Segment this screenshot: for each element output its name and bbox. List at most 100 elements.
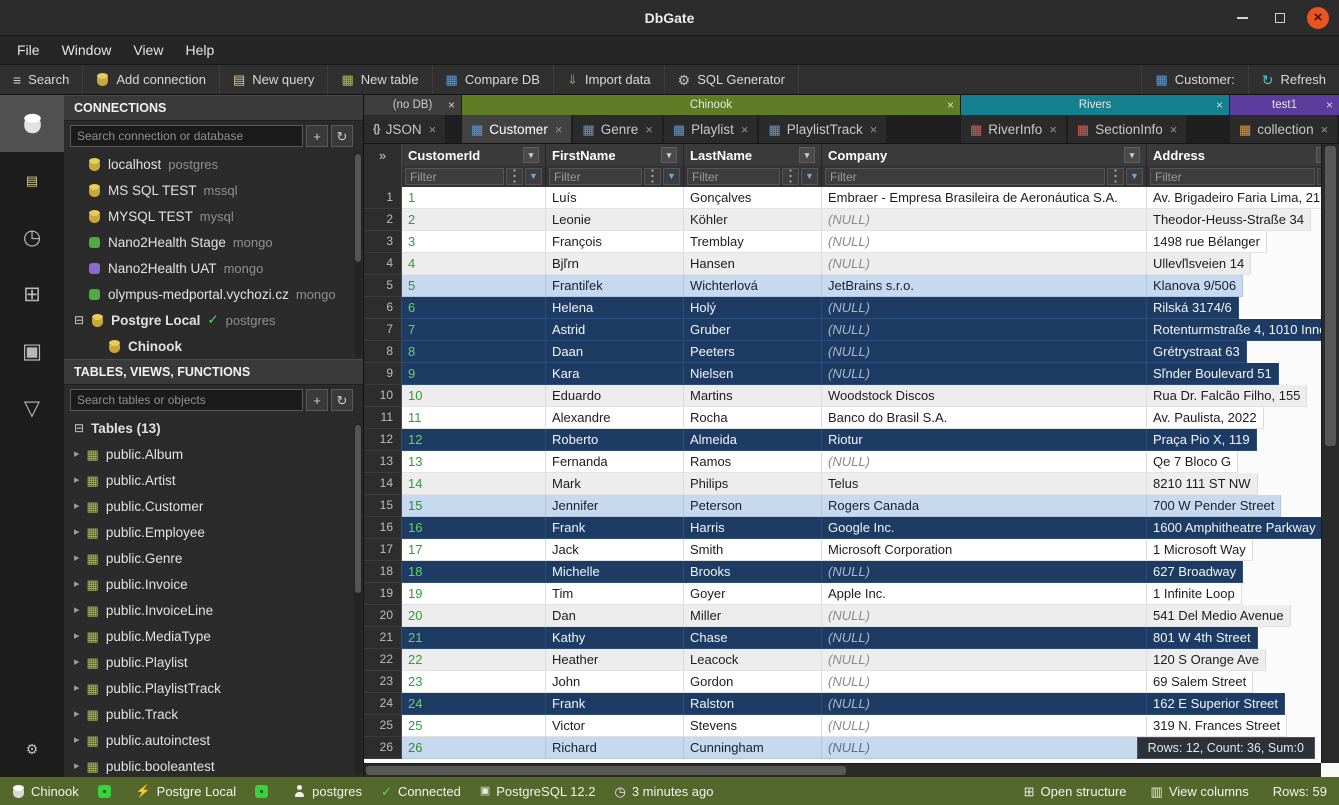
table-row[interactable]: 10 10 Eduardo Martins Woodstock Discos R… bbox=[364, 385, 1339, 407]
toolbar-button[interactable]: ⚙ SQL Generator bbox=[665, 65, 799, 94]
table-row[interactable]: 6 6 Helena Holý (NULL) Rilská 3174/6 bbox=[364, 297, 1339, 319]
add-connection-small-button[interactable]: + bbox=[306, 125, 328, 147]
cell-firstname[interactable]: Heather bbox=[546, 649, 684, 671]
row-number[interactable]: 13 bbox=[364, 451, 402, 473]
tables-scrollbar[interactable] bbox=[354, 423, 362, 775]
table-row[interactable]: 2 2 Leonie Köhler (NULL) Theodor-Heuss-S… bbox=[364, 209, 1339, 231]
cell-customerid[interactable]: 4 bbox=[402, 253, 546, 275]
cell-company[interactable]: Google Inc. bbox=[822, 517, 1147, 539]
tables-group-row[interactable]: ⊟ Tables (13) bbox=[64, 415, 363, 441]
cell-firstname[interactable]: John bbox=[546, 671, 684, 693]
cell-customerid[interactable]: 7 bbox=[402, 319, 546, 341]
table-row[interactable]: 18 18 Michelle Brooks (NULL) 627 Broadwa… bbox=[364, 561, 1339, 583]
cell-firstname[interactable]: Frank bbox=[546, 517, 684, 539]
tab-group-close-icon[interactable]: × bbox=[947, 98, 954, 112]
rail-button[interactable]: ◷ bbox=[0, 209, 64, 266]
cell-company[interactable]: Apple Inc. bbox=[822, 583, 1147, 605]
row-number[interactable]: 3 bbox=[364, 231, 402, 253]
table-item[interactable]: ▸ ▦ public.Playlist bbox=[64, 649, 363, 675]
cell-firstname[interactable]: Roberto bbox=[546, 429, 684, 451]
row-number[interactable]: 7 bbox=[364, 319, 402, 341]
table-row[interactable]: 16 16 Frank Harris Google Inc. 1600 Amph… bbox=[364, 517, 1339, 539]
column-header[interactable]: CustomerId ▾ bbox=[402, 144, 546, 166]
cell-firstname[interactable]: Jennifer bbox=[546, 495, 684, 517]
cell-company[interactable]: (NULL) bbox=[822, 671, 1147, 693]
cell-company[interactable]: (NULL) bbox=[822, 209, 1147, 231]
toolbar-button[interactable]: ▤ New query bbox=[220, 65, 328, 94]
table-row[interactable]: 1 1 Luís Gonçalves Embraer - Empresa Bra… bbox=[364, 187, 1339, 209]
cell-firstname[interactable]: Kara bbox=[546, 363, 684, 385]
table-row[interactable]: 14 14 Mark Philips Telus 8210 111 ST NW bbox=[364, 473, 1339, 495]
add-table-small-button[interactable]: + bbox=[306, 389, 328, 411]
cell-customerid[interactable]: 24 bbox=[402, 693, 546, 715]
cell-address[interactable]: 541 Del Medio Avenue bbox=[1147, 605, 1291, 627]
table-row[interactable]: 3 3 François Tremblay (NULL) 1498 rue Bé… bbox=[364, 231, 1339, 253]
row-number[interactable]: 2 bbox=[364, 209, 402, 231]
chevron-right-icon[interactable]: ▸ bbox=[74, 761, 80, 772]
table-row[interactable]: 17 17 Jack Smith Microsoft Corporation 1… bbox=[364, 539, 1339, 561]
cell-customerid[interactable]: 15 bbox=[402, 495, 546, 517]
table-row[interactable]: 11 11 Alexandre Rocha Banco do Brasil S.… bbox=[364, 407, 1339, 429]
vertical-scrollbar[interactable] bbox=[1321, 144, 1339, 763]
cell-company[interactable]: (NULL) bbox=[822, 363, 1147, 385]
chevron-right-icon[interactable]: ▸ bbox=[74, 553, 80, 564]
cell-firstname[interactable]: Helena bbox=[546, 297, 684, 319]
chevron-right-icon[interactable]: ▸ bbox=[74, 527, 80, 538]
row-number[interactable]: 26 bbox=[364, 737, 402, 759]
chevron-right-icon[interactable]: ▸ bbox=[74, 631, 80, 642]
cell-customerid[interactable]: 3 bbox=[402, 231, 546, 253]
chevron-right-icon[interactable]: ▸ bbox=[74, 735, 80, 746]
filter-menu-button[interactable]: ⋮ bbox=[1107, 168, 1124, 185]
status-item[interactable] bbox=[98, 785, 117, 798]
cell-firstname[interactable]: Kathy bbox=[546, 627, 684, 649]
tab[interactable]: ▦ RiverInfo × bbox=[961, 115, 1066, 143]
connection-item[interactable]: Nano2Health Stage mongo bbox=[64, 229, 363, 255]
cell-firstname[interactable]: Frantiľek bbox=[546, 275, 684, 297]
cell-company[interactable]: (NULL) bbox=[822, 715, 1147, 737]
cell-customerid[interactable]: 8 bbox=[402, 341, 546, 363]
table-item[interactable]: ▸ ▦ public.Customer bbox=[64, 493, 363, 519]
cell-lastname[interactable]: Miller bbox=[684, 605, 822, 627]
tab-close-icon[interactable]: × bbox=[1170, 122, 1178, 137]
cell-address[interactable]: 319 N. Frances Street bbox=[1147, 715, 1287, 737]
scrollbar-thumb[interactable] bbox=[355, 425, 361, 593]
cell-lastname[interactable]: Rocha bbox=[684, 407, 822, 429]
table-row[interactable]: 9 9 Kara Nielsen (NULL) Sľnder Boulevard… bbox=[364, 363, 1339, 385]
cell-firstname[interactable]: Eduardo bbox=[546, 385, 684, 407]
row-number[interactable]: 24 bbox=[364, 693, 402, 715]
cell-lastname[interactable]: Nielsen bbox=[684, 363, 822, 385]
filter-funnel-button[interactable]: ▼ bbox=[1126, 168, 1143, 185]
minimize-button[interactable] bbox=[1231, 7, 1253, 29]
cell-company[interactable]: (NULL) bbox=[822, 231, 1147, 253]
tab-close-icon[interactable]: × bbox=[741, 122, 749, 137]
cell-address[interactable]: Av. Brigadeiro Faria Lima, 2170 bbox=[1147, 187, 1339, 209]
connections-scrollbar[interactable] bbox=[354, 152, 362, 357]
rail-button[interactable]: ⊞ bbox=[0, 266, 64, 323]
table-row[interactable]: 4 4 Bjľrn Hansen (NULL) Ullevľlsveien 14 bbox=[364, 253, 1339, 275]
toolbar-button[interactable]: ▦ New table bbox=[328, 65, 432, 94]
row-number[interactable]: 4 bbox=[364, 253, 402, 275]
cell-customerid[interactable]: 16 bbox=[402, 517, 546, 539]
tab-group-close-icon[interactable]: × bbox=[1216, 98, 1223, 112]
cell-lastname[interactable]: Stevens bbox=[684, 715, 822, 737]
cell-address[interactable]: Praça Pio X, 119 bbox=[1147, 429, 1257, 451]
refresh-tables-button[interactable]: ↻ bbox=[331, 389, 353, 411]
tab-close-icon[interactable]: × bbox=[870, 122, 878, 137]
tab[interactable]: ▦ Customer × bbox=[462, 115, 571, 143]
status-item[interactable]: ◷ 3 minutes ago bbox=[614, 784, 713, 799]
column-header[interactable]: FirstName ▾ bbox=[546, 144, 684, 166]
cell-customerid[interactable]: 6 bbox=[402, 297, 546, 319]
cell-address[interactable]: 8210 111 ST NW bbox=[1147, 473, 1258, 495]
cell-lastname[interactable]: Tremblay bbox=[684, 231, 822, 253]
row-number[interactable]: 8 bbox=[364, 341, 402, 363]
cell-lastname[interactable]: Leacock bbox=[684, 649, 822, 671]
cell-customerid[interactable]: 1 bbox=[402, 187, 546, 209]
row-number[interactable]: 9 bbox=[364, 363, 402, 385]
cell-firstname[interactable]: Tim bbox=[546, 583, 684, 605]
rail-button[interactable]: ▣ bbox=[0, 323, 64, 380]
cell-address[interactable]: Av. Paulista, 2022 bbox=[1147, 407, 1264, 429]
tables-search-input[interactable] bbox=[70, 389, 303, 411]
row-number[interactable]: 20 bbox=[364, 605, 402, 627]
cell-company[interactable]: (NULL) bbox=[822, 253, 1147, 275]
chevron-right-icon[interactable]: ▸ bbox=[74, 475, 80, 486]
